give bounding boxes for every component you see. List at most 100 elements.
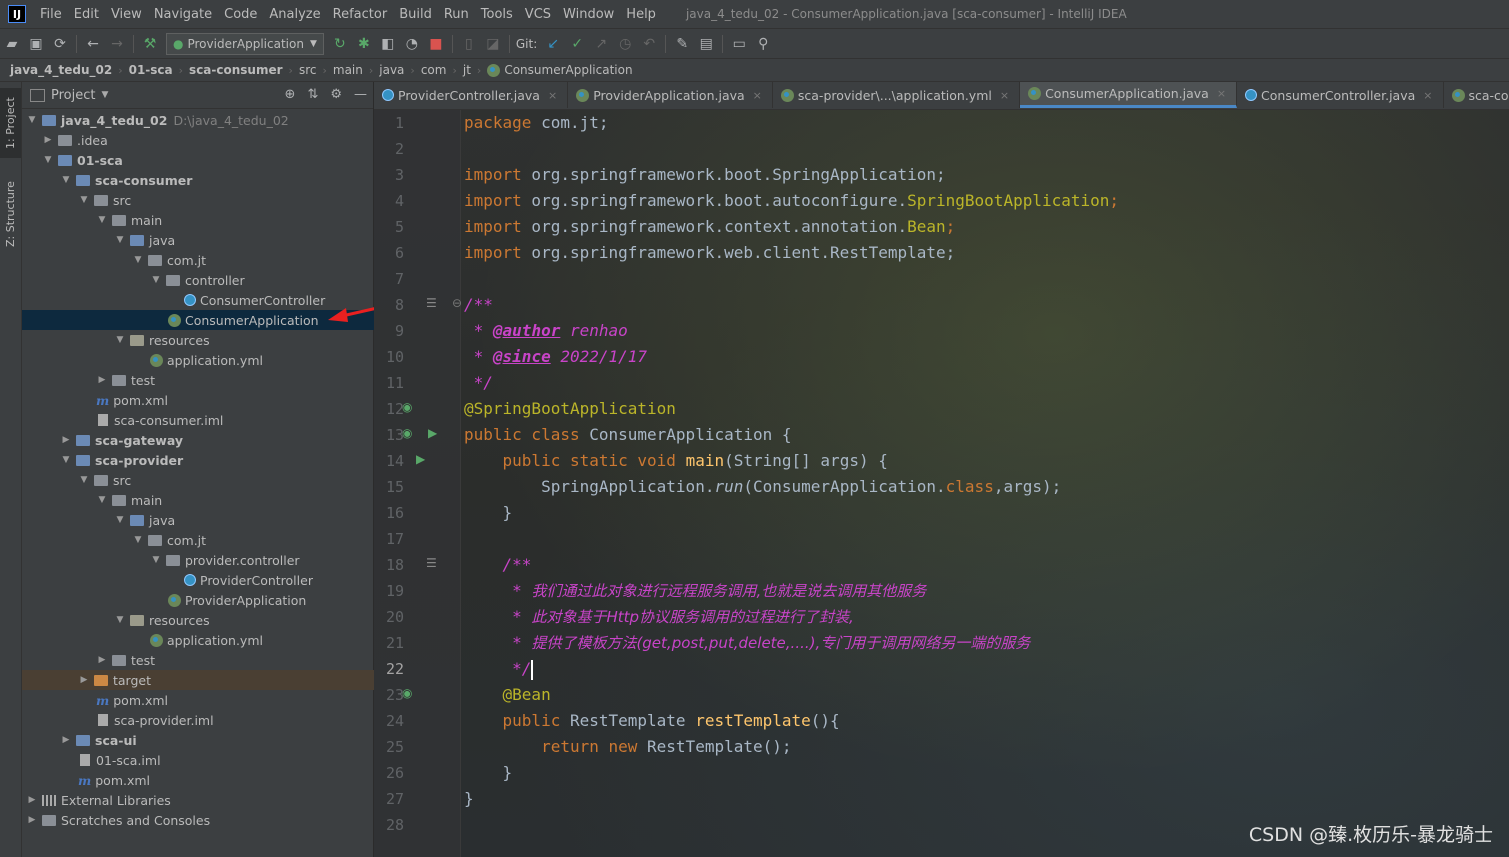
tab-provider-application-yml[interactable]: sca-provider\...\application.yml × — [773, 82, 1021, 108]
expanded-arrow-icon[interactable]: ▼ — [78, 475, 90, 485]
menu-view[interactable]: View — [105, 7, 148, 22]
tree-item-pom[interactable]: m pom.xml — [22, 770, 429, 790]
expanded-arrow-icon[interactable]: ▼ — [132, 535, 144, 545]
tree-item-src[interactable]: ▼ src — [22, 470, 429, 490]
menu-code[interactable]: Code — [218, 7, 263, 22]
expanded-arrow-icon[interactable]: ▼ — [150, 275, 162, 285]
tree-item-external-libraries[interactable]: ▶ External Libraries — [22, 790, 377, 810]
run-gutter-icon[interactable]: ▶ — [416, 452, 425, 466]
crumb-src[interactable]: src — [299, 63, 317, 77]
tree-item-sca-gateway[interactable]: ▶ sca-gateway — [22, 430, 411, 450]
menu-help[interactable]: Help — [620, 7, 662, 22]
expanded-arrow-icon[interactable]: ▼ — [78, 195, 90, 205]
expanded-arrow-icon[interactable]: ▼ — [114, 335, 126, 345]
project-tool-tab[interactable]: 1: Project — [0, 88, 21, 158]
collapsed-arrow-icon[interactable]: ▶ — [26, 795, 38, 805]
chevron-down-icon[interactable]: ▼ — [101, 90, 108, 100]
tree-item-scratches[interactable]: ▶ Scratches and Consoles — [22, 810, 377, 830]
collapsed-arrow-icon[interactable]: ▶ — [96, 655, 108, 665]
tab-provider-controller[interactable]: ProviderController.java × — [374, 82, 569, 108]
tree-item-src[interactable]: ▼ src — [22, 190, 429, 210]
close-icon[interactable]: × — [753, 89, 762, 102]
collapsed-arrow-icon[interactable]: ▶ — [42, 135, 54, 145]
sync-icon[interactable]: ⟳ — [49, 33, 71, 55]
tab-consumer-application[interactable]: ConsumerApplication.java × — [1020, 82, 1238, 108]
collapsed-arrow-icon[interactable]: ▶ — [26, 815, 38, 825]
menu-window[interactable]: Window — [557, 7, 620, 22]
debug-bug-icon[interactable]: ✱ — [353, 33, 375, 55]
crumb-project[interactable]: java_4_tedu_02 — [10, 63, 112, 77]
attach-debugger-icon[interactable]: ▯ — [458, 33, 480, 55]
expanded-arrow-icon[interactable]: ▼ — [60, 455, 72, 465]
back-arrow-icon[interactable]: ← — [82, 33, 104, 55]
coverage-data-icon[interactable]: ◪ — [482, 33, 504, 55]
close-icon[interactable]: × — [1000, 89, 1009, 102]
code-editor[interactable]: ☰ ⊖ ◉ ◉ ▶ ▶ ☰ ◉ 1 2 3 4 5 6 7 8 9 10 11 … — [374, 110, 1509, 857]
menu-edit[interactable]: Edit — [68, 7, 105, 22]
expanded-arrow-icon[interactable]: ▼ — [114, 615, 126, 625]
expanded-arrow-icon[interactable]: ▼ — [60, 175, 72, 185]
terminal-window-icon[interactable]: ▭ — [728, 33, 750, 55]
run-gutter-icon[interactable]: ▶ — [428, 426, 437, 440]
search-icon[interactable]: ⚲ — [752, 33, 774, 55]
tab-provider-application[interactable]: ProviderApplication.java × — [568, 82, 773, 108]
tree-item-sca-ui[interactable]: ▶ sca-ui — [22, 730, 411, 750]
menu-file[interactable]: File — [34, 7, 68, 22]
crumb-module-parent[interactable]: 01-sca — [129, 63, 173, 77]
menu-navigate[interactable]: Navigate — [148, 7, 218, 22]
project-structure-icon[interactable]: ▤ — [695, 33, 717, 55]
git-history-clock-icon[interactable]: ◷ — [614, 33, 636, 55]
javadoc-render-icon[interactable]: ☰ — [426, 296, 437, 310]
structure-tool-tab[interactable]: Z: Structure — [0, 174, 21, 254]
open-folder-icon[interactable]: ▰ — [1, 33, 23, 55]
rerun-icon[interactable]: ↻ — [329, 33, 351, 55]
locate-crosshair-icon[interactable]: ⊕ — [285, 87, 296, 102]
expanded-arrow-icon[interactable]: ▼ — [132, 255, 144, 265]
menu-tools[interactable]: Tools — [475, 7, 519, 22]
tab-consumer-application-yml[interactable]: sca-consumer\...\ap — [1444, 82, 1509, 108]
tree-item-idea[interactable]: ▶ .idea — [22, 130, 393, 150]
fold-marker-icon[interactable]: ⊖ — [452, 296, 462, 310]
crumb-main[interactable]: main — [333, 63, 363, 77]
project-view-selector[interactable]: Project — [51, 88, 95, 103]
close-icon[interactable]: × — [1217, 87, 1226, 100]
save-all-icon[interactable]: ▣ — [25, 33, 47, 55]
tree-item-01-sca[interactable]: ▼ 01-sca — [22, 150, 393, 170]
crumb-java[interactable]: java — [379, 63, 404, 77]
close-icon[interactable]: × — [1423, 89, 1432, 102]
stop-icon[interactable]: ■ — [425, 33, 447, 55]
tree-item-iml[interactable]: 01-sca.iml — [22, 750, 431, 770]
tree-item-project-root[interactable]: ▼ java_4_tedu_02 D:\java_4_tedu_02 — [22, 110, 377, 130]
git-commit-check-icon[interactable]: ✓ — [566, 33, 588, 55]
git-update-icon[interactable]: ↙ — [542, 33, 564, 55]
close-icon[interactable]: × — [548, 89, 557, 102]
expanded-arrow-icon[interactable]: ▼ — [114, 235, 126, 245]
tab-consumer-controller[interactable]: ConsumerController.java × — [1237, 82, 1444, 108]
collapsed-arrow-icon[interactable]: ▶ — [60, 435, 72, 445]
git-push-icon[interactable]: ↗ — [590, 33, 612, 55]
menu-build[interactable]: Build — [393, 7, 438, 22]
crumb-module[interactable]: sca-consumer — [189, 63, 282, 77]
menu-run[interactable]: Run — [438, 7, 475, 22]
collapsed-arrow-icon[interactable]: ▶ — [60, 735, 72, 745]
expanded-arrow-icon[interactable]: ▼ — [114, 515, 126, 525]
run-configuration-selector[interactable]: ● ProviderApplication ▼ — [166, 32, 324, 55]
git-rollback-icon[interactable]: ↶ — [638, 33, 660, 55]
build-hammer-icon[interactable]: ⚒ — [139, 33, 161, 55]
expanded-arrow-icon[interactable]: ▼ — [96, 215, 108, 225]
javadoc-render-icon[interactable]: ☰ — [426, 556, 437, 570]
profiler-icon[interactable]: ◔ — [401, 33, 423, 55]
collapse-all-icon[interactable]: ⇅ — [307, 87, 318, 102]
tree-item-target[interactable]: ▶ target — [22, 670, 429, 690]
expanded-arrow-icon[interactable]: ▼ — [26, 115, 38, 125]
hide-minus-icon[interactable]: — — [354, 87, 367, 102]
collapsed-arrow-icon[interactable]: ▶ — [96, 375, 108, 385]
coverage-icon[interactable]: ◧ — [377, 33, 399, 55]
expanded-arrow-icon[interactable]: ▼ — [150, 555, 162, 565]
tree-item-sca-provider[interactable]: ▼ sca-provider — [22, 450, 411, 470]
menu-refactor[interactable]: Refactor — [327, 7, 394, 22]
expanded-arrow-icon[interactable]: ▼ — [96, 495, 108, 505]
gear-icon[interactable]: ⚙ — [330, 87, 342, 102]
expanded-arrow-icon[interactable]: ▼ — [42, 155, 54, 165]
crumb-jt[interactable]: jt — [463, 63, 471, 77]
